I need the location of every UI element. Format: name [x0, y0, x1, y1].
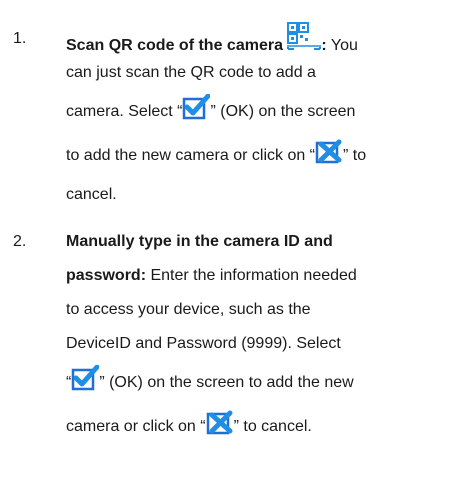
item-heading: password:: [66, 267, 147, 284]
document-page: 1. Scan QR code of the camera: You can …: [0, 0, 463, 481]
item-text: camera. Select “: [66, 103, 183, 120]
item-text: camera or click on “: [66, 418, 206, 435]
item-line: camera or click on “ ” to cancel.: [66, 405, 456, 449]
item-text: ” to cancel.: [233, 418, 312, 435]
list-number: 1.: [13, 30, 27, 47]
item-heading: Scan QR code of the camera: [66, 37, 283, 54]
item-text: to add the new camera or click on “: [66, 147, 316, 164]
item-line: Manually type in the camera ID and: [66, 225, 456, 259]
item-line: “ ” (OK) on the screen to add the new: [66, 361, 456, 405]
item-text: You: [326, 37, 358, 54]
item-line: Scan QR code of the camera : You: [66, 22, 456, 56]
item-line: password: Enter the information needed: [66, 259, 456, 293]
checkmark-icon: [71, 365, 100, 391]
qr-scan-icon: [287, 22, 322, 52]
list-item-body: Manually type in the camera ID and passw…: [66, 225, 456, 449]
item-line: can just scan the QR code to add a: [66, 64, 316, 81]
item-line: DeviceID and Password (9999). Select: [66, 335, 341, 352]
item-line: to access your device, such as the: [66, 301, 311, 318]
item-line: cancel.: [66, 186, 117, 203]
item-text: ” (OK) on the screen: [210, 103, 356, 120]
list-number: 2.: [13, 233, 27, 250]
item-text: ” to: [343, 147, 367, 164]
cancel-x-icon: [206, 409, 234, 435]
item-text: ” (OK) on the screen to add the new: [99, 374, 354, 391]
cancel-x-icon: [315, 138, 343, 164]
checkmark-icon: [182, 94, 211, 120]
item-heading: Manually type in the camera ID and: [66, 233, 333, 250]
list-item-body: Scan QR code of the camera : You can jus…: [66, 22, 456, 212]
item-text: Enter the information needed: [146, 267, 357, 284]
item-line: camera. Select “ ” (OK) on the screen: [66, 90, 456, 134]
item-line: to add the new camera or click on “ ” to: [66, 134, 456, 178]
